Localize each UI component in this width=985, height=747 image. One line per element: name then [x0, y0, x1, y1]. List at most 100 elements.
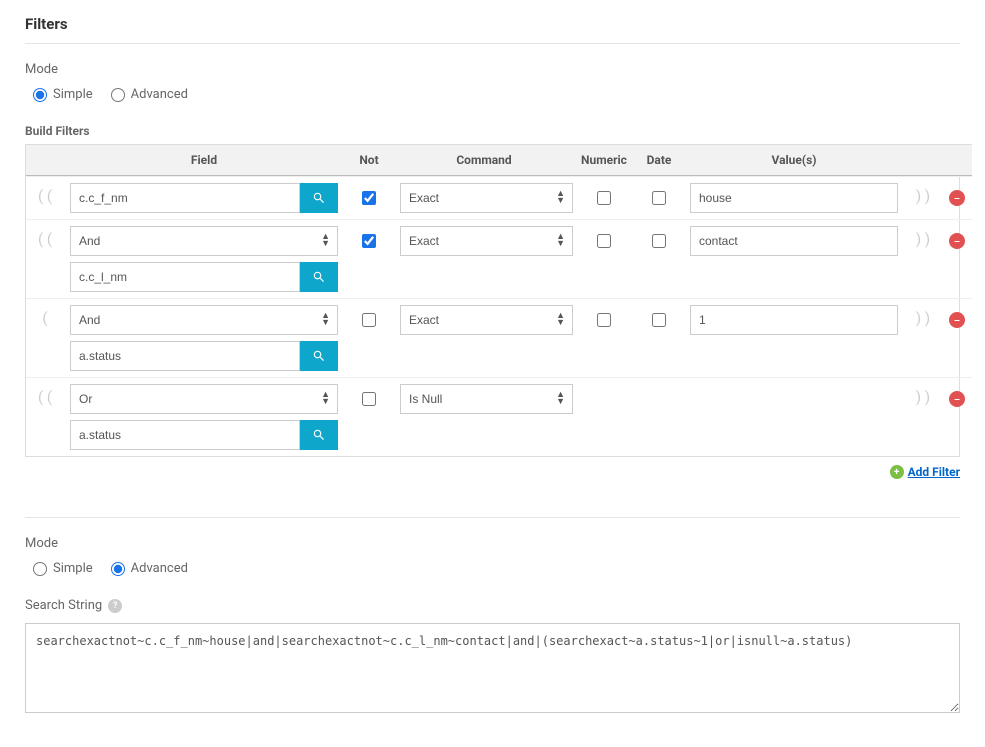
date-checkbox[interactable] [652, 191, 666, 205]
date-checkbox[interactable] [652, 313, 666, 327]
command-cell: ▲▼ [394, 219, 574, 298]
value-cell [684, 377, 904, 456]
close-paren: ) ) [904, 377, 942, 456]
numeric-cell [574, 176, 634, 219]
command-cell: ▲▼ [394, 377, 574, 456]
mode-advanced-option[interactable]: Advanced [111, 87, 188, 102]
command-select[interactable] [400, 226, 573, 256]
plus-icon: + [890, 465, 904, 479]
value-input[interactable] [690, 226, 898, 256]
value-input[interactable] [690, 305, 898, 335]
numeric-cell [574, 377, 634, 456]
add-filter-link[interactable]: Add Filter [908, 465, 960, 479]
header-date: Date [634, 144, 684, 176]
not-checkbox[interactable] [362, 313, 376, 327]
mode2-simple-option[interactable]: Simple [33, 561, 93, 576]
numeric-checkbox[interactable] [597, 191, 611, 205]
add-filter-row: + Add Filter [25, 465, 960, 479]
section-title: Filters [25, 15, 960, 33]
command-cell: ▲▼ [394, 176, 574, 219]
date-checkbox[interactable] [652, 234, 666, 248]
combiner-select[interactable] [70, 305, 338, 335]
mode-label-2: Mode [25, 536, 960, 551]
combiner-select[interactable] [70, 226, 338, 256]
mode2-simple-radio[interactable] [33, 562, 47, 576]
header-values: Value(s) [684, 144, 904, 176]
remove-cell: – [942, 219, 972, 298]
remove-row-button[interactable]: – [949, 391, 965, 407]
field-input[interactable] [70, 341, 300, 371]
divider [25, 43, 960, 44]
search-icon [312, 349, 326, 363]
combiner-select[interactable] [70, 384, 338, 414]
field-lookup-button[interactable] [300, 183, 338, 213]
mode2-advanced-option[interactable]: Advanced [111, 561, 188, 576]
remove-row-button[interactable]: – [949, 190, 965, 206]
search-string-textarea[interactable] [25, 623, 960, 713]
field-lookup-button[interactable] [300, 262, 338, 292]
mode-simple-option[interactable]: Simple [33, 87, 93, 102]
filter-grid: Field Not Command Numeric Date Value(s) … [25, 144, 960, 457]
numeric-cell [574, 219, 634, 298]
close-paren: ) ) [904, 219, 942, 298]
not-checkbox[interactable] [362, 234, 376, 248]
field-cell: ▲▼ [64, 219, 344, 298]
command-select[interactable] [400, 384, 573, 414]
field-cell: ▲▼ [64, 298, 344, 377]
numeric-cell [574, 298, 634, 377]
open-paren: ( [26, 298, 64, 377]
search-icon [312, 191, 326, 205]
remove-row-button[interactable]: – [949, 233, 965, 249]
command-select[interactable] [400, 183, 573, 213]
remove-cell: – [942, 377, 972, 456]
mode2-advanced-radio[interactable] [111, 562, 125, 576]
not-cell [344, 176, 394, 219]
value-cell [684, 219, 904, 298]
header-open-paren [26, 144, 64, 176]
field-lookup-button[interactable] [300, 420, 338, 450]
help-icon[interactable]: ? [108, 599, 122, 613]
header-not: Not [344, 144, 394, 176]
command-select[interactable] [400, 305, 573, 335]
open-paren: ( ( [26, 377, 64, 456]
mode2-simple-label: Simple [53, 561, 93, 576]
mode-advanced-radio[interactable] [111, 88, 125, 102]
header-numeric: Numeric [574, 144, 634, 176]
not-checkbox[interactable] [362, 392, 376, 406]
build-filters-label: Build Filters [25, 124, 960, 138]
remove-cell: – [942, 298, 972, 377]
divider [25, 517, 960, 518]
value-cell [684, 298, 904, 377]
value-cell [684, 176, 904, 219]
close-paren: ) ) [904, 176, 942, 219]
field-input[interactable] [70, 262, 300, 292]
search-icon [312, 270, 326, 284]
open-paren: ( ( [26, 219, 64, 298]
command-cell: ▲▼ [394, 298, 574, 377]
not-cell [344, 298, 394, 377]
field-cell: ▲▼ [64, 377, 344, 456]
field-lookup-button[interactable] [300, 341, 338, 371]
date-cell [634, 377, 684, 456]
mode-advanced-label: Advanced [131, 87, 188, 102]
not-cell [344, 219, 394, 298]
open-paren: ( ( [26, 176, 64, 219]
value-input[interactable] [690, 183, 898, 213]
close-paren: ) ) [904, 298, 942, 377]
remove-row-button[interactable]: – [949, 312, 965, 328]
mode2-advanced-label: Advanced [131, 561, 188, 576]
mode-simple-radio[interactable] [33, 88, 47, 102]
field-input[interactable] [70, 183, 300, 213]
not-checkbox[interactable] [362, 191, 376, 205]
numeric-checkbox[interactable] [597, 234, 611, 248]
mode2-radio-group: Simple Advanced [25, 561, 960, 576]
field-cell [64, 176, 344, 219]
mode-label: Mode [25, 62, 960, 77]
field-input[interactable] [70, 420, 300, 450]
remove-cell: – [942, 176, 972, 219]
search-icon [312, 428, 326, 442]
date-cell [634, 219, 684, 298]
date-cell [634, 176, 684, 219]
numeric-checkbox[interactable] [597, 313, 611, 327]
not-cell [344, 377, 394, 456]
